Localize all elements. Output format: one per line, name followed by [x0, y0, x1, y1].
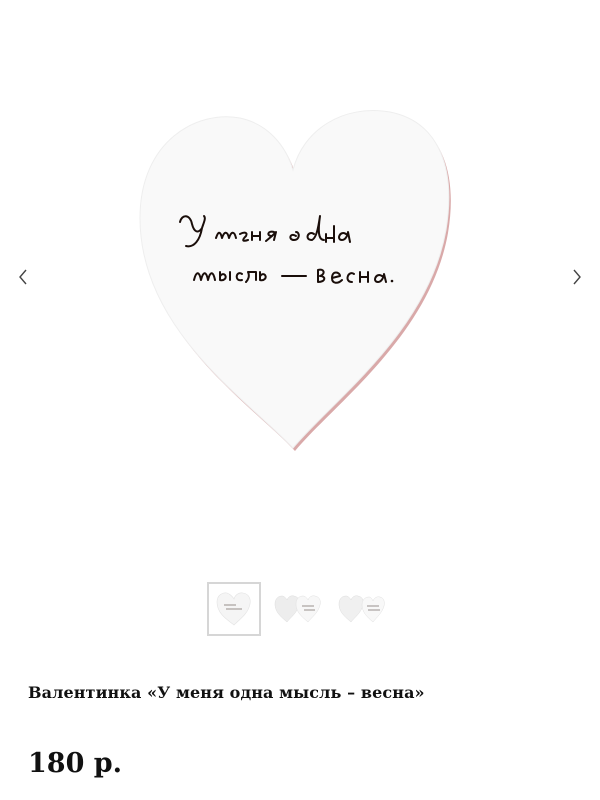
- product-title: Валентинка «У меня одна мысль – весна»: [28, 683, 425, 702]
- thumbnail-3[interactable]: [335, 582, 389, 636]
- heart-card-image: [139, 110, 451, 452]
- product-price: 180 р.: [28, 748, 123, 779]
- gallery-next-button[interactable]: [562, 262, 592, 292]
- thumbnail-2[interactable]: [271, 582, 325, 636]
- thumbnail-1[interactable]: [207, 582, 261, 636]
- gallery-prev-button[interactable]: [8, 262, 38, 292]
- product-gallery: [0, 0, 600, 636]
- heart-card-thumb-icon: [216, 592, 251, 626]
- two-hearts-thumb-icon: [274, 595, 321, 623]
- two-hearts-thumb-icon: [338, 595, 385, 623]
- thumbnail-strip: [207, 582, 389, 638]
- chevron-left-icon: [19, 269, 27, 285]
- chevron-right-icon: [573, 269, 581, 285]
- product-main-image: [128, 100, 458, 460]
- product-page: Валентинка «У меня одна мысль – весна» 1…: [0, 0, 600, 800]
